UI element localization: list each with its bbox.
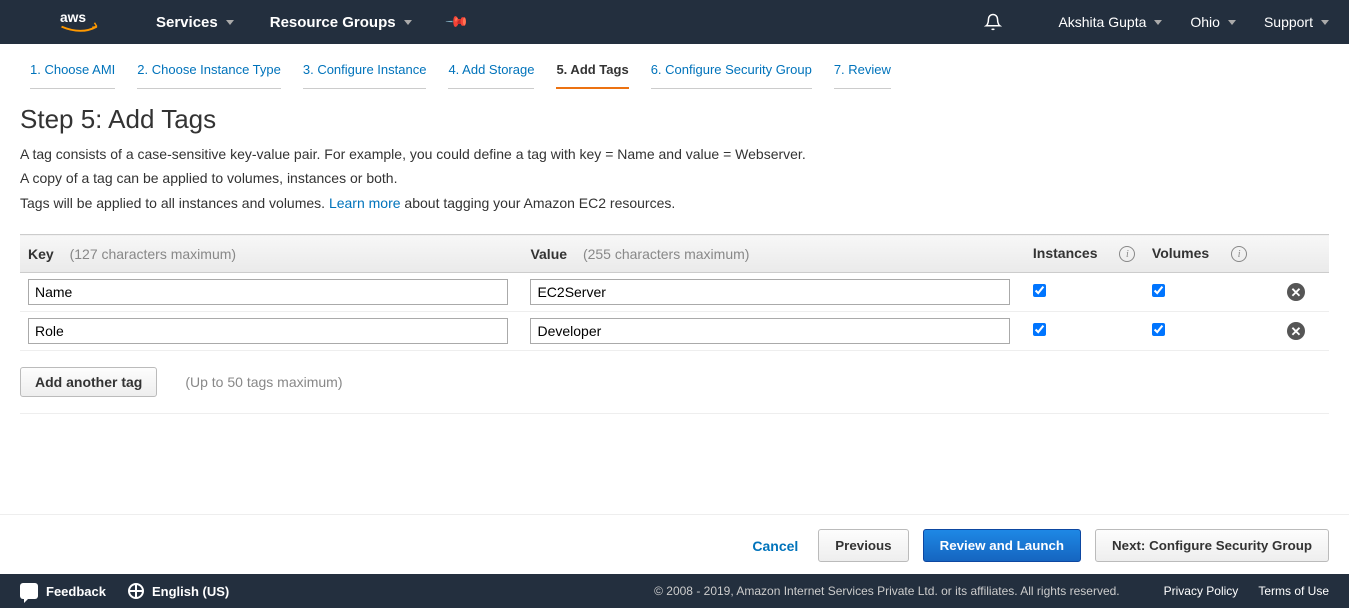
value-header: Value (255 characters maximum) — [522, 235, 1024, 273]
delete-header — [1263, 235, 1329, 273]
volumes-checkbox[interactable] — [1152, 323, 1165, 336]
footer: Feedback English (US) © 2008 - 2019, Ama… — [0, 574, 1349, 608]
tag-key-input[interactable] — [28, 279, 508, 305]
chat-icon — [20, 583, 38, 599]
page-desc-2: A copy of a tag can be applied to volume… — [20, 167, 1329, 189]
action-bar: Cancel Previous Review and Launch Next: … — [0, 514, 1349, 576]
chevron-down-icon — [226, 20, 234, 25]
wizard-step-4[interactable]: 4. Add Storage — [448, 62, 534, 89]
instances-header-label: Instances — [1033, 245, 1098, 261]
support-label: Support — [1264, 14, 1313, 30]
wizard-step-5[interactable]: 5. Add Tags — [556, 62, 628, 89]
pin-button[interactable]: 📌 — [448, 13, 467, 31]
page-desc-3-prefix: Tags will be applied to all instances an… — [20, 195, 329, 211]
account-name: Akshita Gupta — [1058, 14, 1146, 30]
next-configure-security-group-button[interactable]: Next: Configure Security Group — [1095, 529, 1329, 562]
wizard-steps: 1. Choose AMI 2. Choose Instance Type 3. C… — [0, 44, 1349, 89]
wizard-step-3[interactable]: 3. Configure Instance — [303, 62, 427, 89]
info-icon[interactable]: i — [1119, 246, 1135, 262]
wizard-step-2[interactable]: 2. Choose Instance Type — [137, 62, 281, 89]
delete-tag-icon[interactable]: ✕ — [1287, 283, 1305, 301]
language-selector[interactable]: English (US) — [128, 583, 229, 599]
page-desc-3-suffix: about tagging your Amazon EC2 resources. — [401, 195, 676, 211]
services-menu[interactable]: Services — [156, 14, 234, 31]
cancel-link[interactable]: Cancel — [752, 538, 798, 554]
chevron-down-icon — [1228, 20, 1236, 25]
chevron-down-icon — [404, 20, 412, 25]
copyright-text: © 2008 - 2019, Amazon Internet Services … — [654, 584, 1120, 598]
chevron-down-icon — [1154, 20, 1162, 25]
language-label: English (US) — [152, 584, 229, 599]
previous-button[interactable]: Previous — [818, 529, 908, 562]
add-tag-hint: (Up to 50 tags maximum) — [185, 374, 342, 390]
page-title: Step 5: Add Tags — [20, 104, 1329, 135]
pin-icon: 📌 — [444, 9, 470, 35]
volumes-header-label: Volumes — [1152, 245, 1209, 261]
globe-icon — [128, 583, 144, 599]
aws-logo[interactable]: aws — [60, 8, 106, 36]
info-icon[interactable]: i — [1231, 246, 1247, 262]
notifications-button[interactable] — [984, 13, 1030, 31]
aws-logo-icon: aws — [60, 8, 106, 36]
wizard-step-7[interactable]: 7. Review — [834, 62, 891, 89]
tag-row: ✕ — [20, 312, 1329, 351]
key-header-label: Key — [28, 246, 54, 262]
instances-checkbox[interactable] — [1033, 323, 1046, 336]
wizard-step-1[interactable]: 1. Choose AMI — [30, 62, 115, 89]
account-menu[interactable]: Akshita Gupta — [1058, 14, 1162, 30]
value-header-hint: (255 characters maximum) — [583, 246, 750, 262]
privacy-policy-link[interactable]: Privacy Policy — [1164, 584, 1239, 598]
main-content: Step 5: Add Tags A tag consists of a cas… — [0, 89, 1349, 414]
key-header: Key (127 characters maximum) — [20, 235, 522, 273]
support-menu[interactable]: Support — [1264, 14, 1329, 30]
svg-text:aws: aws — [60, 10, 86, 25]
add-tag-row: Add another tag (Up to 50 tags maximum) — [20, 351, 1329, 414]
delete-tag-icon[interactable]: ✕ — [1287, 322, 1305, 340]
feedback-label: Feedback — [46, 584, 106, 599]
services-label: Services — [156, 14, 218, 31]
resource-groups-label: Resource Groups — [270, 14, 396, 31]
tag-value-input[interactable] — [530, 318, 1010, 344]
volumes-header: Volumes i — [1144, 235, 1263, 273]
page-desc-1: A tag consists of a case-sensitive key-v… — [20, 143, 1329, 165]
region-name: Ohio — [1190, 14, 1220, 30]
key-header-hint: (127 characters maximum) — [70, 246, 237, 262]
instances-checkbox[interactable] — [1033, 284, 1046, 297]
tag-key-input[interactable] — [28, 318, 508, 344]
add-another-tag-button[interactable]: Add another tag — [20, 367, 157, 397]
top-nav: aws Services Resource Groups 📌 Akshita G… — [0, 0, 1349, 44]
tag-value-input[interactable] — [530, 279, 1010, 305]
wizard-step-6[interactable]: 6. Configure Security Group — [651, 62, 812, 89]
tag-row: ✕ — [20, 273, 1329, 312]
resource-groups-menu[interactable]: Resource Groups — [270, 14, 412, 31]
feedback-button[interactable]: Feedback — [20, 583, 106, 599]
volumes-checkbox[interactable] — [1152, 284, 1165, 297]
bell-icon — [984, 13, 1002, 31]
terms-of-use-link[interactable]: Terms of Use — [1258, 584, 1329, 598]
tags-table: Key (127 characters maximum) Value (255 … — [20, 234, 1329, 351]
instances-header: Instances i — [1025, 235, 1144, 273]
page-desc-3: Tags will be applied to all instances an… — [20, 192, 1329, 214]
value-header-label: Value — [530, 246, 567, 262]
chevron-down-icon — [1321, 20, 1329, 25]
review-and-launch-button[interactable]: Review and Launch — [923, 529, 1081, 562]
learn-more-link[interactable]: Learn more — [329, 195, 401, 211]
region-menu[interactable]: Ohio — [1190, 14, 1236, 30]
